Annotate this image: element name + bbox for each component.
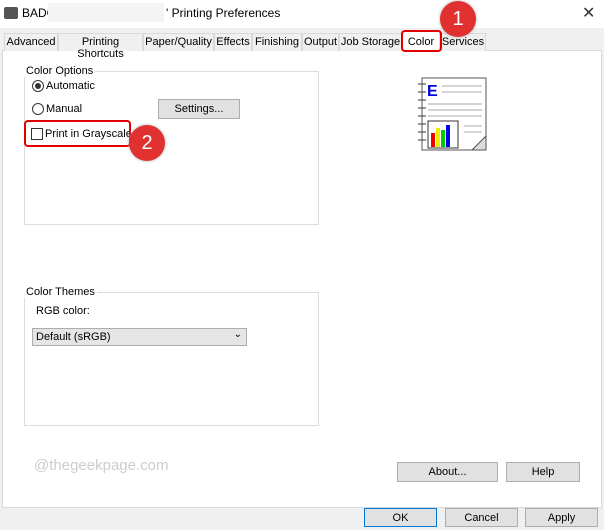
watermark: @thegeekpage.com <box>34 457 169 474</box>
redacted-name <box>48 3 164 22</box>
cancel-button[interactable]: Cancel <box>445 508 518 527</box>
color-document-icon: E <box>418 77 487 151</box>
annotation-highlight-grayscale <box>24 120 131 147</box>
tab-job-storage[interactable]: Job Storage <box>339 33 402 51</box>
about-button[interactable]: About... <box>397 462 498 482</box>
ok-button[interactable]: OK <box>364 508 437 527</box>
tab-paper-quality[interactable]: Paper/Quality <box>143 33 214 51</box>
window-title-suffix: ' Printing Preferences <box>166 6 281 20</box>
svg-text:E: E <box>427 83 438 100</box>
annotation-callout-1: 1 <box>440 1 476 37</box>
color-themes-label: Color Themes <box>24 286 97 298</box>
chevron-down-icon: ⌄ <box>233 329 242 340</box>
tab-advanced[interactable]: Advanced <box>4 33 58 51</box>
automatic-radio[interactable] <box>32 80 44 92</box>
manual-label: Manual <box>46 103 83 115</box>
color-options-group <box>24 71 319 225</box>
tab-finishing[interactable]: Finishing <box>252 33 302 51</box>
rgb-color-select[interactable]: Default (sRGB) ⌄ <box>32 328 247 346</box>
close-icon[interactable]: ✕ <box>582 3 595 23</box>
manual-radio[interactable] <box>32 103 44 115</box>
settings-button[interactable]: Settings... <box>158 99 240 119</box>
tab-effects[interactable]: Effects <box>214 33 252 51</box>
tab-output[interactable]: Output <box>302 33 339 51</box>
rgb-color-value: Default (sRGB) <box>36 331 111 343</box>
printer-icon <box>4 7 18 19</box>
automatic-label: Automatic <box>46 80 95 92</box>
apply-button[interactable]: Apply <box>525 508 598 527</box>
help-button[interactable]: Help <box>506 462 580 482</box>
annotation-callout-2: 2 <box>129 125 165 161</box>
rgb-color-label: RGB color: <box>36 305 90 317</box>
tab-printing-shortcuts[interactable]: Printing Shortcuts <box>58 33 143 60</box>
annotation-highlight-color-tab <box>401 30 442 52</box>
color-options-label: Color Options <box>24 65 96 77</box>
